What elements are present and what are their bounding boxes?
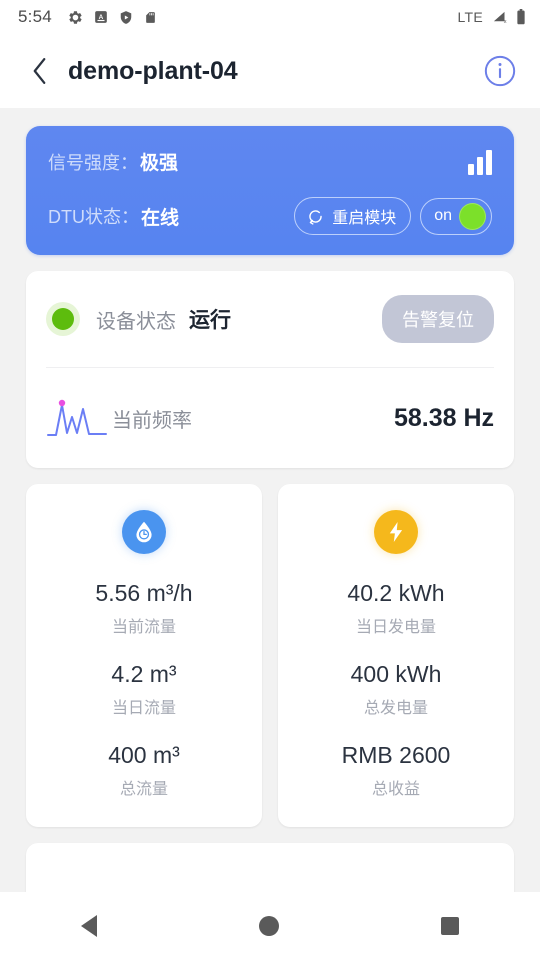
metric-group: 4.2 m³ 当日流量 (36, 661, 252, 718)
page-title: demo-plant-04 (68, 56, 238, 85)
sd-card-icon (144, 10, 157, 25)
alarm-reset-button[interactable]: 告警复位 (382, 295, 494, 343)
android-nav-bar (0, 892, 540, 960)
device-status-label: 设备状态 (96, 310, 176, 333)
metric-group: 400 m³ 总流量 (36, 742, 252, 799)
battery-icon (516, 9, 526, 25)
info-circle-icon (484, 55, 516, 87)
nav-back-icon[interactable] (81, 915, 97, 937)
metric-value: RMB 2600 (341, 742, 451, 768)
metric-label: 总流量 (119, 781, 168, 798)
status-indicator-dot (46, 302, 80, 336)
metric-label: 总发电量 (363, 700, 428, 717)
dtu-status-row: DTU状态： 在线 重启模块 on (48, 197, 492, 235)
metric-group: 5.56 m³/h 当前流量 (36, 580, 252, 637)
metric-label: 总收益 (371, 781, 420, 798)
status-bar-right-icons: LTE x (457, 9, 526, 25)
toggle-label: on (434, 207, 452, 224)
metric-cards-container: 5.56 m³/h 当前流量 4.2 m³ 当日流量 400 m³ 总流量 40… (26, 484, 514, 827)
network-type-label: LTE (457, 9, 483, 25)
metric-group: 400 kWh 总发电量 (288, 661, 504, 718)
water-flow-card: 5.56 m³/h 当前流量 4.2 m³ 当日流量 400 m³ 总流量 (26, 484, 262, 827)
shield-play-icon (119, 10, 133, 25)
frequency-row: 当前频率 58.38 Hz (46, 368, 494, 468)
waveform-icon (46, 393, 108, 444)
metric-group: RMB 2600 总收益 (288, 742, 504, 799)
refresh-circle-icon (309, 209, 322, 225)
scroll-content[interactable]: 信号强度： 极强 DTU状态： 在线 重启模块 on 设备状态 运行 告警复位 … (0, 108, 540, 960)
dtu-status-label: DTU状态： (48, 207, 139, 227)
power-generation-card: 40.2 kWh 当日发电量 400 kWh 总发电量 RMB 2600 总收益 (278, 484, 514, 827)
metric-value: 5.56 m³/h (95, 580, 193, 606)
signal-status-card: 信号强度： 极强 DTU状态： 在线 重启模块 on (26, 126, 514, 255)
device-status-card: 设备状态 运行 告警复位 当前频率 58.38 Hz (26, 271, 514, 468)
app-header: demo-plant-04 (0, 34, 540, 108)
toggle-knob (459, 202, 486, 230)
svg-text:x: x (504, 19, 507, 25)
nav-recents-icon[interactable] (441, 917, 459, 935)
signal-bars-icon (468, 149, 492, 175)
svg-text:A: A (99, 14, 104, 21)
gear-icon (68, 10, 83, 25)
device-status-value: 运行 (189, 309, 231, 332)
lightning-bolt-icon (374, 510, 418, 554)
signal-strength-value: 极强 (140, 153, 179, 174)
restart-module-button[interactable]: 重启模块 (294, 197, 412, 235)
restart-module-label: 重启模块 (332, 210, 397, 227)
status-bar-left-icons: A (68, 10, 157, 25)
dtu-status-value: 在线 (141, 207, 180, 229)
water-drop-icon (122, 510, 166, 554)
signal-card-actions: 重启模块 on (294, 197, 492, 235)
metric-value: 4.2 m³ (111, 661, 177, 687)
signal-strength-label: 信号强度： (48, 152, 138, 173)
signal-strength-row: 信号强度： 极强 (48, 148, 492, 175)
device-status-row: 设备状态 运行 告警复位 (46, 271, 494, 367)
metric-label: 当日发电量 (355, 619, 436, 636)
metric-label: 当日流量 (111, 700, 176, 717)
nav-home-icon[interactable] (259, 916, 279, 936)
metric-value: 40.2 kWh (347, 580, 445, 606)
metric-group: 40.2 kWh 当日发电量 (288, 580, 504, 637)
status-bar-time: 5:54 (18, 7, 52, 26)
frequency-value: 58.38 Hz (393, 403, 494, 432)
frequency-label: 当前频率 (112, 409, 192, 432)
app-badge-icon: A (94, 10, 108, 24)
chevron-left-icon (33, 58, 45, 84)
metric-label: 当前流量 (111, 619, 176, 636)
status-bar: 5:54 A LTE x (0, 0, 540, 34)
metric-value: 400 kWh (350, 661, 442, 687)
metric-value: 400 m³ (108, 742, 180, 768)
info-button[interactable] (482, 53, 518, 89)
signal-bars-off-icon: x (491, 10, 508, 25)
back-button[interactable] (24, 56, 54, 86)
module-power-toggle[interactable]: on (420, 197, 492, 235)
